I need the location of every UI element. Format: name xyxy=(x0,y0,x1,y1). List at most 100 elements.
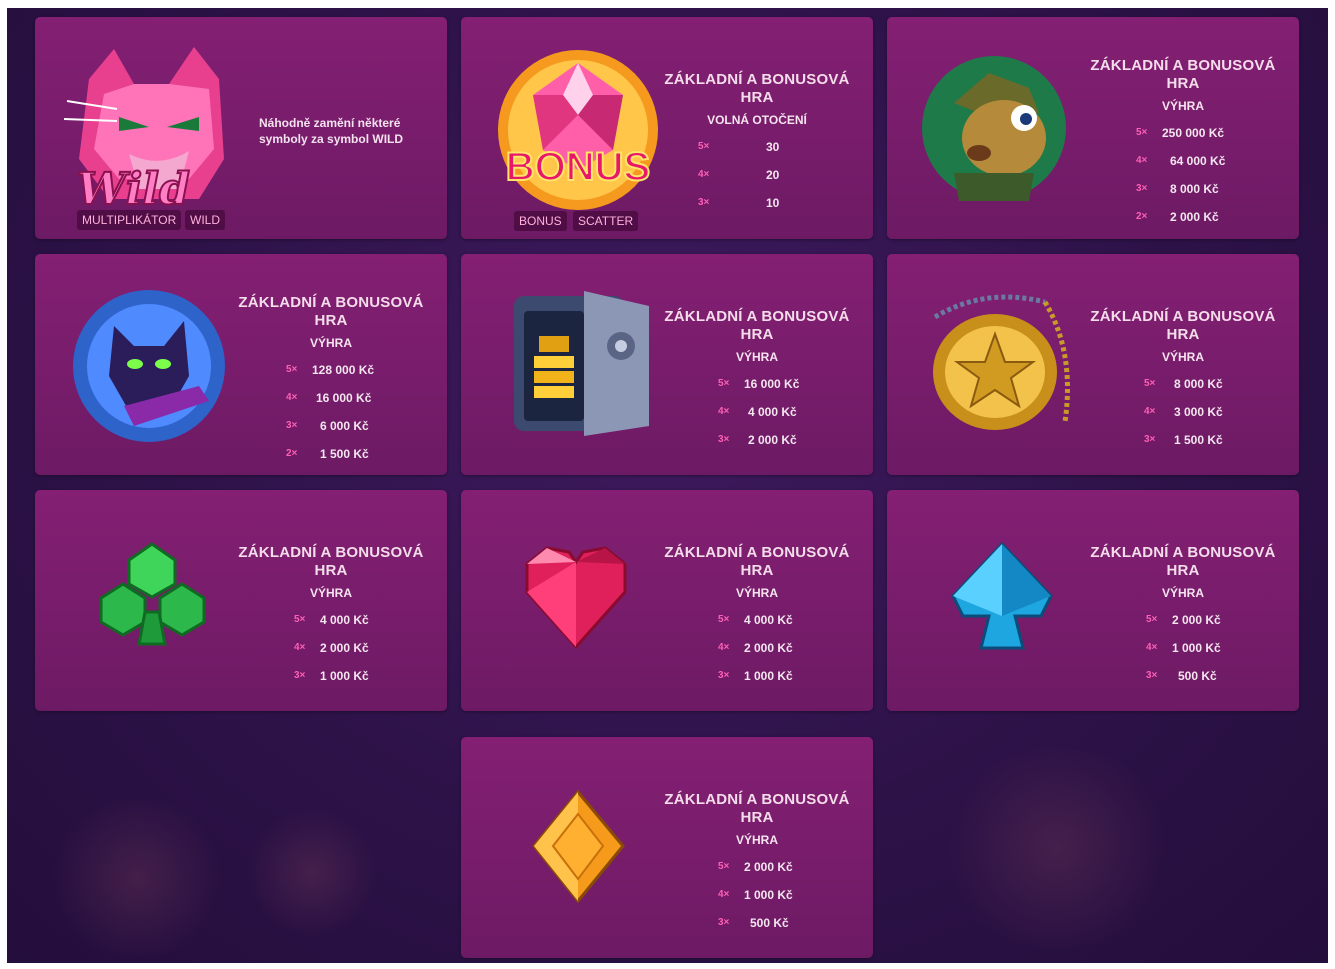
heart-paytable: ZÁKLADNÍ A BONUSOVÁ HRA VÝHRA 5× 4 000 Kč… xyxy=(662,544,852,690)
payout-row: 5× 4 000 Kč xyxy=(236,606,426,634)
multiplier: 3× xyxy=(286,420,298,431)
payout-row: 4× 1 000 Kč xyxy=(1088,634,1278,662)
payout-row: 5× 30 xyxy=(662,133,852,161)
multiplier: 5× xyxy=(286,364,298,375)
payout-row: 5× 250 000 Kč xyxy=(1088,119,1278,147)
symbol-title: ZÁKLADNÍ A BONUSOVÁ HRA xyxy=(1090,308,1276,343)
payout-value: 64 000 Kč xyxy=(1170,154,1226,168)
payout-row: 3× 8 000 Kč xyxy=(1088,175,1278,203)
symbol-subtitle: VÝHRA xyxy=(1161,350,1204,364)
payout-value: 8 000 Kč xyxy=(1170,182,1219,196)
bonus-symbol-card: BONUS BONUS SCATTER ZÁKLADNÍ A BONUSOVÁ … xyxy=(461,17,873,239)
payout-row: 5× 8 000 Kč xyxy=(1088,370,1278,398)
symbol-subtitle: VÝHRA xyxy=(1161,99,1204,113)
multiplier: 3× xyxy=(718,670,730,681)
payout-row: 4× 2 000 Kč xyxy=(662,634,852,662)
payout-row: 5× 4 000 Kč xyxy=(662,606,852,634)
multiplier: 3× xyxy=(718,434,730,445)
payout-row: 3× 10 xyxy=(662,189,852,217)
symbol-title: ZÁKLADNÍ A BONUSOVÁ HRA xyxy=(1090,544,1276,579)
dog-detective-icon xyxy=(922,56,1066,201)
payout-value: 2 000 Kč xyxy=(744,641,793,655)
payout-value: 1 000 Kč xyxy=(744,669,793,683)
bonus-paytable: ZÁKLADNÍ A BONUSOVÁ HRA VOLNÁ OTOČENÍ 5×… xyxy=(662,71,852,217)
multiplier: 5× xyxy=(718,378,730,389)
payout-row: 4× 64 000 Kč xyxy=(1088,147,1278,175)
bonus-subtitle: VOLNÁ OTOČENÍ xyxy=(707,113,807,127)
heart-symbol-card: ZÁKLADNÍ A BONUSOVÁ HRA VÝHRA 5× 4 000 Kč… xyxy=(461,490,873,711)
payout-value: 2 000 Kč xyxy=(744,860,793,874)
dog-paytable: ZÁKLADNÍ A BONUSOVÁ HRA VÝHRA 5× 250 000 … xyxy=(1088,57,1278,231)
multiplier: 2× xyxy=(1136,211,1148,222)
police-badge-icon xyxy=(933,294,1070,430)
payout-row: 3× 2 000 Kč xyxy=(662,426,852,454)
payout-row: 3× 500 Kč xyxy=(1088,662,1278,690)
background-symbol-decoration xyxy=(247,808,377,938)
multiplier: 4× xyxy=(718,642,730,653)
bonus-title: ZÁKLADNÍ A BONUSOVÁ HRA xyxy=(664,71,850,106)
tag-bonus: BONUS xyxy=(514,211,567,231)
symbol-subtitle: VÝHRA xyxy=(309,586,352,600)
payout-value: 500 Kč xyxy=(1178,669,1217,683)
multiplier: 3× xyxy=(698,197,710,208)
free-spins-count: 20 xyxy=(766,168,780,182)
payout-row: 3× 6 000 Kč xyxy=(236,412,426,440)
free-spins-count: 30 xyxy=(766,140,780,154)
symbol-title: ZÁKLADNÍ A BONUSOVÁ HRA xyxy=(664,308,850,343)
payout-value: 250 000 Kč xyxy=(1162,126,1225,140)
payout-row: 4× 2 000 Kč xyxy=(236,634,426,662)
wild-symbol-card: Wild MULTIPLIKÁTOR WILD Náhodně zamění n… xyxy=(35,17,447,239)
payout-row: 5× 128 000 Kč xyxy=(236,356,426,384)
multiplier: 4× xyxy=(718,406,730,417)
payout-row: 4× 3 000 Kč xyxy=(1088,398,1278,426)
multiplier: 3× xyxy=(1144,434,1156,445)
symbol-title: ZÁKLADNÍ A BONUSOVÁ HRA xyxy=(664,791,850,826)
payout-row: 3× 500 Kč xyxy=(662,909,852,937)
symbol-subtitle: VÝHRA xyxy=(1161,586,1204,600)
wild-cat-icon: Wild xyxy=(63,47,224,216)
badge-symbol-card: ZÁKLADNÍ A BONUSOVÁ HRA VÝHRA 5× 8 000 Kč… xyxy=(887,254,1299,475)
multiplier: 4× xyxy=(1136,155,1148,166)
club-gem-icon xyxy=(99,542,206,646)
payout-value: 1 000 Kč xyxy=(1172,641,1221,655)
symbol-subtitle: VÝHRA xyxy=(309,336,352,350)
multiplier: 5× xyxy=(698,141,710,152)
payout-value: 128 000 Kč xyxy=(312,363,375,377)
payout-value: 1 000 Kč xyxy=(744,888,793,902)
payout-value: 4 000 Kč xyxy=(320,613,369,627)
multiplier: 4× xyxy=(286,392,298,403)
payout-value: 8 000 Kč xyxy=(1174,377,1223,391)
payout-value: 1 500 Kč xyxy=(320,447,369,461)
payout-row: 5× 2 000 Kč xyxy=(662,853,852,881)
safe-paytable: ZÁKLADNÍ A BONUSOVÁ HRA VÝHRA 5× 16 000 K… xyxy=(662,308,852,454)
cat-thief-icon xyxy=(73,290,225,442)
symbol-subtitle: VÝHRA xyxy=(735,833,778,847)
payout-row: 5× 2 000 Kč xyxy=(1088,606,1278,634)
multiplier: 4× xyxy=(294,642,306,653)
symbol-title: ZÁKLADNÍ A BONUSOVÁ HRA xyxy=(238,294,424,329)
payout-value: 16 000 Kč xyxy=(744,377,800,391)
spade-symbol-card: ZÁKLADNÍ A BONUSOVÁ HRA VÝHRA 5× 2 000 Kč… xyxy=(887,490,1299,711)
symbol-subtitle: VÝHRA xyxy=(735,586,778,600)
heart-gem-icon xyxy=(525,546,627,650)
payout-value: 1 000 Kč xyxy=(320,669,369,683)
payout-row: 2× 2 000 Kč xyxy=(1088,203,1278,231)
multiplier: 3× xyxy=(294,670,306,681)
spade-gem-icon xyxy=(951,541,1053,650)
multiplier: 4× xyxy=(1144,406,1156,417)
wild-logo-text: Wild xyxy=(77,164,190,215)
multiplier: 5× xyxy=(718,861,730,872)
payout-value: 4 000 Kč xyxy=(744,613,793,627)
payout-row: 4× 20 xyxy=(662,161,852,189)
cat-paytable: ZÁKLADNÍ A BONUSOVÁ HRA VÝHRA 5× 128 000 … xyxy=(236,294,426,468)
payout-value: 6 000 Kč xyxy=(320,419,369,433)
payout-value: 1 500 Kč xyxy=(1174,433,1223,447)
diamond-paytable: ZÁKLADNÍ A BONUSOVÁ HRA VÝHRA 5× 2 000 Kč… xyxy=(662,791,852,937)
paytable-screen: Wild MULTIPLIKÁTOR WILD Náhodně zamění n… xyxy=(7,8,1328,963)
multiplier: 5× xyxy=(718,614,730,625)
payout-value: 2 000 Kč xyxy=(320,641,369,655)
payout-value: 3 000 Kč xyxy=(1174,405,1223,419)
multiplier: 4× xyxy=(698,169,710,180)
payout-row: 3× 1 000 Kč xyxy=(662,662,852,690)
diamond-gem-icon xyxy=(532,789,625,904)
